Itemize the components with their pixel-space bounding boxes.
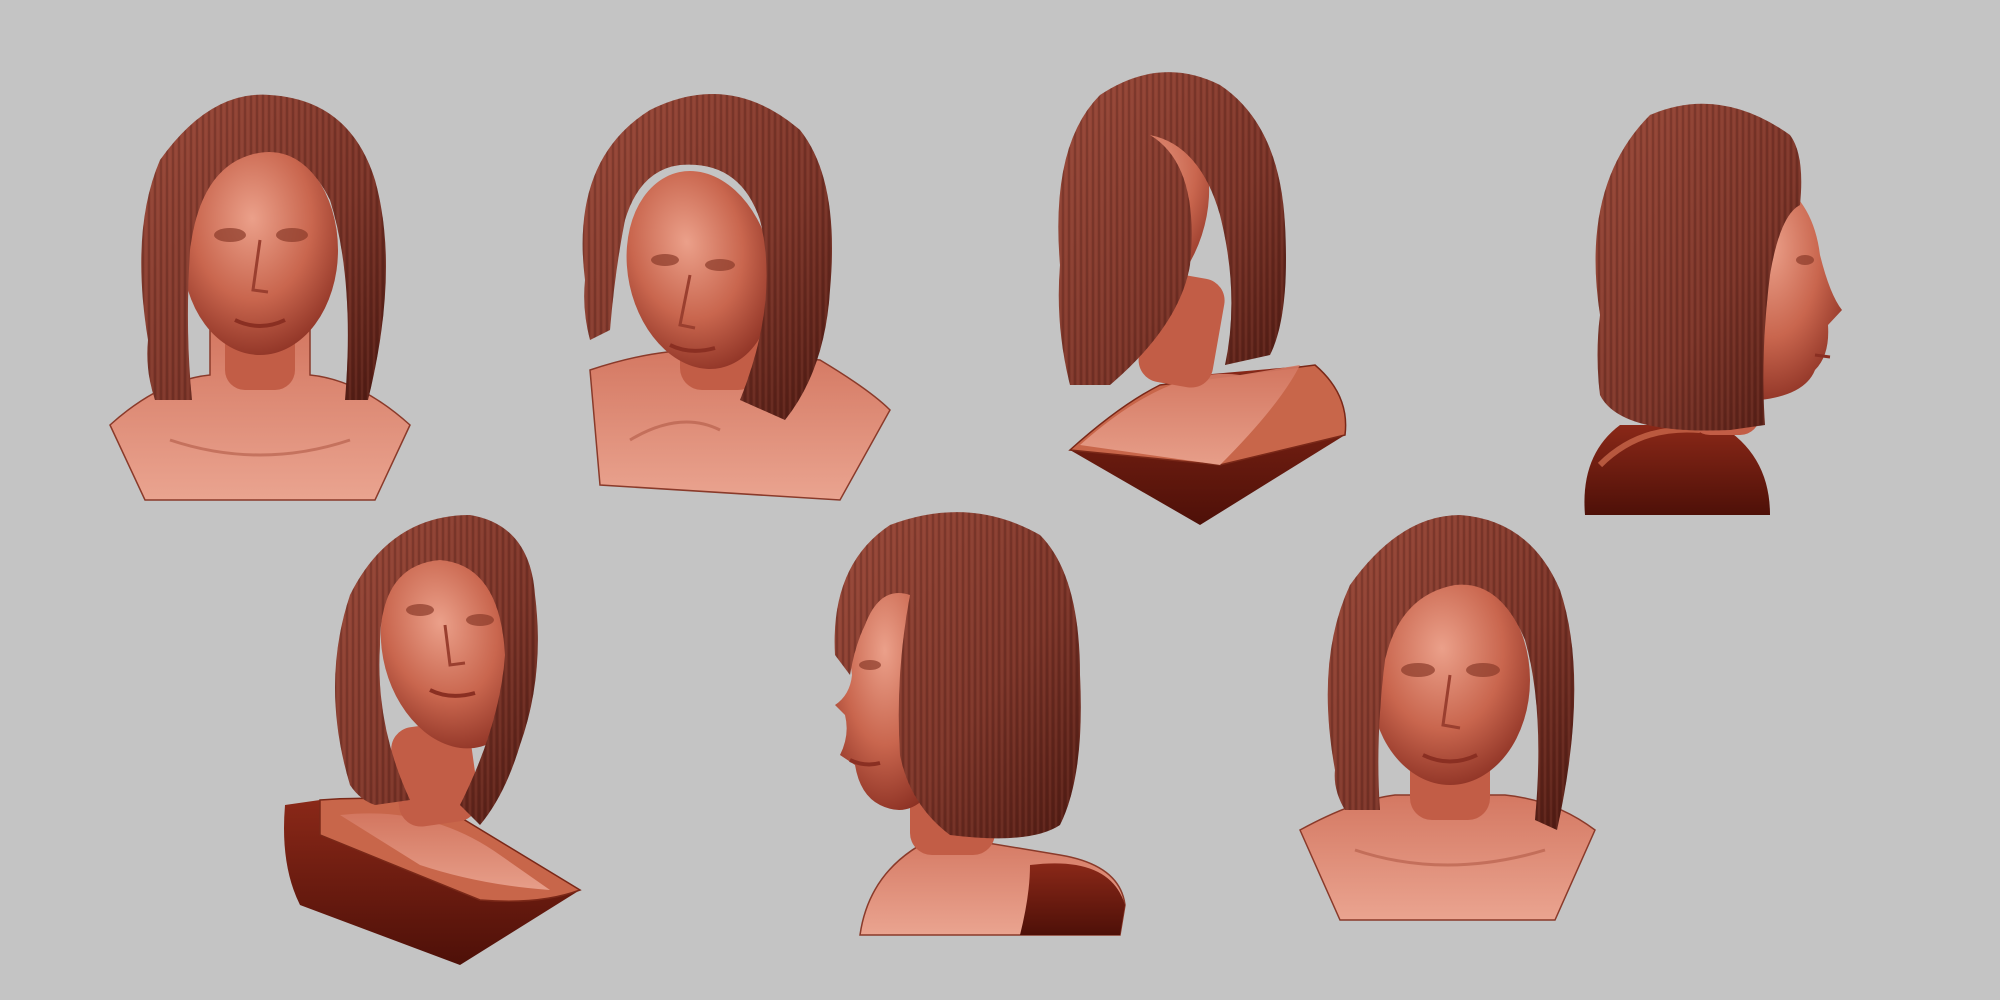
bust-front-icon [109,94,411,501]
bust-low-angle-icon [1058,72,1347,525]
bust-view-side-left [830,505,1140,945]
bust-front-icon [1299,515,1596,921]
bust-profile-icon [1584,103,1842,515]
bust-low-angle-icon [284,515,582,965]
bust-side-icon [834,512,1126,936]
bust-view-front [100,80,420,510]
bust-view-low-angle-left [1050,65,1360,535]
bust-view-front-elevated [1295,510,1605,930]
bust-view-profile-right [1580,95,1860,525]
bust-view-three-quarter-left-down [570,70,891,510]
bust-view-low-angle-left-tilted [280,505,600,975]
bust-three-quarter-icon [582,94,891,501]
viewport-canvas [0,0,2000,1000]
